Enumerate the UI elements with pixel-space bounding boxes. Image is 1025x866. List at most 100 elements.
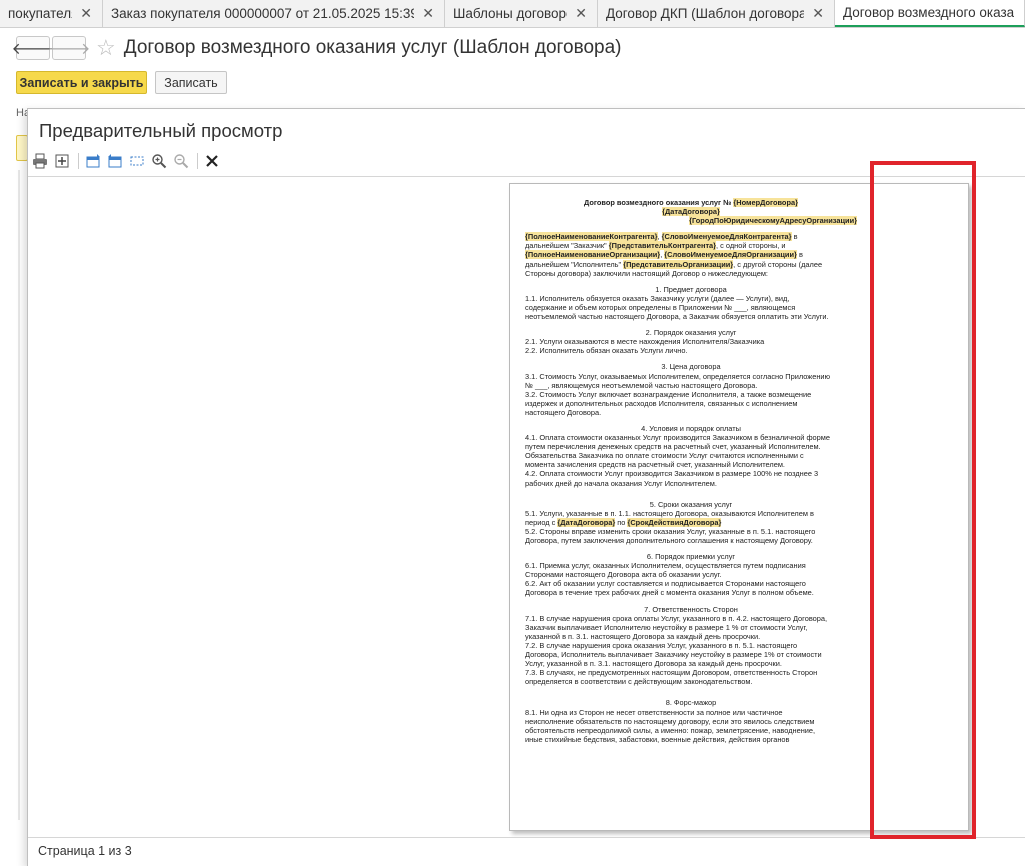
doc-line: путем перечисления денежных средств на р… [525, 442, 821, 452]
doc-line: момента зачисления средств на расчетный … [525, 460, 785, 470]
doc-line: неисполнение обязательств по настоящему … [525, 716, 815, 726]
highlight-annotation [870, 161, 976, 839]
field-org: {ПолноеНаименованиеОрганизации} [525, 250, 661, 260]
save-button[interactable]: Записать [155, 71, 227, 94]
close-icon[interactable]: ✕ [80, 5, 92, 22]
print-icon[interactable] [30, 151, 50, 171]
doc-line: Договора в течение трех рабочих дней с м… [525, 588, 814, 598]
field-cp-rep: {ПредставительКонтрагента} [608, 241, 717, 251]
arrow-right-icon: 🡒 [47, 40, 91, 58]
page-prev-icon[interactable] [83, 151, 103, 171]
doc-line: 7.2. В случае нарушения срока оказания У… [525, 640, 798, 650]
toolbar-separator [197, 153, 198, 169]
text: , с одной стороны, и [716, 241, 786, 251]
field-term: {СрокДействияДоговора} [627, 517, 722, 527]
doc-line: 2.2. Исполнитель обязан оказать Услуги л… [525, 346, 688, 356]
tab-label: Заказ покупателя 000000007 от 21.05.2025… [111, 6, 415, 21]
text: дальнейшем "Исполнитель" [525, 259, 622, 269]
tab-bar: покупателя ✕ Заказ покупателя 000000007 о… [0, 0, 1025, 28]
page-counter: Страница 1 из 3 [38, 844, 132, 858]
text: период с [525, 517, 558, 527]
doc-line: 3.2. Стоимость Услуг включает вознагражд… [525, 389, 812, 399]
tab-dkp-template[interactable]: Договор ДКП (Шаблон договора) * ✕ [598, 0, 835, 27]
text: по [615, 517, 628, 527]
doc-line: 8.1. Ни одна из Сторон не несет ответств… [525, 707, 783, 717]
tab-label: Договор возмездного оказа [843, 5, 1014, 20]
doc-line: настоящего Договора. [525, 407, 602, 417]
save-and-close-button[interactable]: Записать и закрыть [16, 71, 147, 94]
field-counterparty: {ПолноеНаименованиеКонтрагента} [525, 232, 658, 242]
doc-line: Договора, Исполнитель выплачивает Заказч… [525, 650, 822, 660]
select-area-icon[interactable] [127, 151, 147, 171]
section-heading: 8. Форс-мажор [665, 698, 717, 708]
zoom-in-icon[interactable] [149, 151, 169, 171]
doc-line: Договора, путем заключения дополнительно… [525, 536, 813, 545]
field-org-rep: {ПредставительОрганизации} [623, 259, 734, 269]
field-contract-date: {ДатаДоговора} [662, 207, 720, 217]
doc-city-line: {ГородПоЮридическомуАдресуОрганизации} [525, 216, 857, 226]
close-icon[interactable]: ✕ [812, 5, 824, 22]
field-contract-date: {ДатаДоговора} [557, 517, 616, 527]
expand-icon[interactable] [52, 151, 72, 171]
doc-line: определяется в соответствии с действующи… [525, 677, 753, 687]
doc-line: указанной в п. 3.1. настоящего Договора … [525, 631, 761, 641]
tab-service-contract-template[interactable]: Договор возмездного оказа [835, 0, 1025, 27]
tab-customer-order[interactable]: Заказ покупателя 000000007 от 21.05.2025… [103, 0, 445, 27]
doc-line: 3.1. Стоимость Услуг, оказываемых Исполн… [525, 371, 831, 381]
tab-label: покупателя [8, 6, 73, 21]
doc-line: рабочих дней до начала оказания Услуг Ис… [525, 478, 717, 488]
doc-line: обстоятельств непреодолимой силы, а имен… [525, 725, 816, 735]
form-header: 🡐 🡒 ☆ Договор возмездного оказания услуг… [12, 36, 622, 60]
toolbar-separator [78, 153, 79, 169]
doc-parties-line: {ПолноеНаименованиеКонтрагента}, {СловоИ… [525, 232, 798, 242]
doc-line: неотъемлемой частью настоящего Договора,… [525, 312, 829, 322]
close-icon[interactable]: ✕ [422, 5, 434, 22]
doc-line: 5.1. Услуги, указанные в п. 1.1. настоящ… [525, 508, 814, 518]
text: дальнейшем "Заказчик" [525, 241, 607, 251]
field-city: {ГородПоЮридическомуАдресуОрганизации} [689, 216, 857, 226]
doc-line: содержание и объем которых определены в … [525, 302, 796, 312]
field-cp-alias: {СловоИменуемоеДляКонтрагента} [661, 232, 792, 242]
section-heading: 6. Порядок приемки услуг [646, 552, 736, 562]
close-icon[interactable]: ✕ [575, 5, 587, 22]
text: в [791, 232, 798, 242]
dialog-title: Предварительный просмотр [39, 120, 283, 141]
doc-line: Стороны договора) заключили настоящий До… [525, 268, 768, 278]
doc-title-line: Договор возмездного оказания услуг № {Но… [525, 198, 857, 207]
doc-parties-line: {ПолноеНаименованиеОрганизации}, {СловоИ… [525, 250, 803, 260]
section-heading: 5. Сроки оказания услуг [649, 499, 733, 509]
tab-customer-partial[interactable]: покупателя ✕ [0, 0, 103, 27]
star-icon[interactable]: ☆ [96, 37, 116, 59]
doc-line: № ___, являющемуся неотъемлемой частью н… [525, 380, 758, 390]
doc-line: 7.1. В случае нарушения срока оплаты Усл… [525, 613, 828, 623]
page-next-icon[interactable] [105, 151, 125, 171]
doc-line: 5.2. Стороны вправе изменить сроки оказа… [525, 526, 816, 536]
doc-line: 4.2. Оплата стоимости Услуг производится… [525, 469, 819, 479]
form-title: Договор возмездного оказания услуг (Шабл… [123, 37, 622, 58]
doc-line: 1.1. Исполнитель обязуется оказать Заказ… [525, 293, 790, 303]
tab-contract-templates[interactable]: Шаблоны договоров ✕ [445, 0, 598, 27]
doc-line: иные стихийные бедствия, забастовки, вое… [525, 734, 790, 744]
zoom-out-icon[interactable] [171, 151, 191, 171]
field-org-alias: {СловоИменуемоеДляОрганизации} [664, 250, 797, 260]
doc-line: 4.1. Оплата стоимости оказанных Услуг пр… [525, 433, 830, 443]
background-edge [18, 170, 20, 820]
close-icon[interactable] [202, 151, 222, 171]
doc-line: издержек и дополнительных расходов Испол… [525, 398, 798, 408]
doc-line: период с {ДатаДоговора} по {СрокДействия… [525, 517, 857, 527]
doc-line: Обязательства Заказчика по оплате стоимо… [525, 451, 804, 461]
doc-line: Сторонами настоящего Договора акта об ок… [525, 570, 722, 580]
back-button[interactable]: 🡐 [12, 36, 54, 60]
section-heading: 3. Цена договора [661, 362, 721, 372]
doc-line: 6.2. Акт об оказании услуг составляется … [525, 579, 806, 589]
document-text: Договор возмездного оказания услуг № {Но… [525, 198, 857, 744]
field-contract-number: {НомерДоговора} [733, 198, 798, 207]
doc-line: 6.1. Приемка услуг, оказанных Исполнител… [525, 561, 806, 571]
tab-label: Договор ДКП (Шаблон договора) * [606, 6, 805, 21]
forward-button[interactable]: 🡒 [48, 36, 90, 60]
